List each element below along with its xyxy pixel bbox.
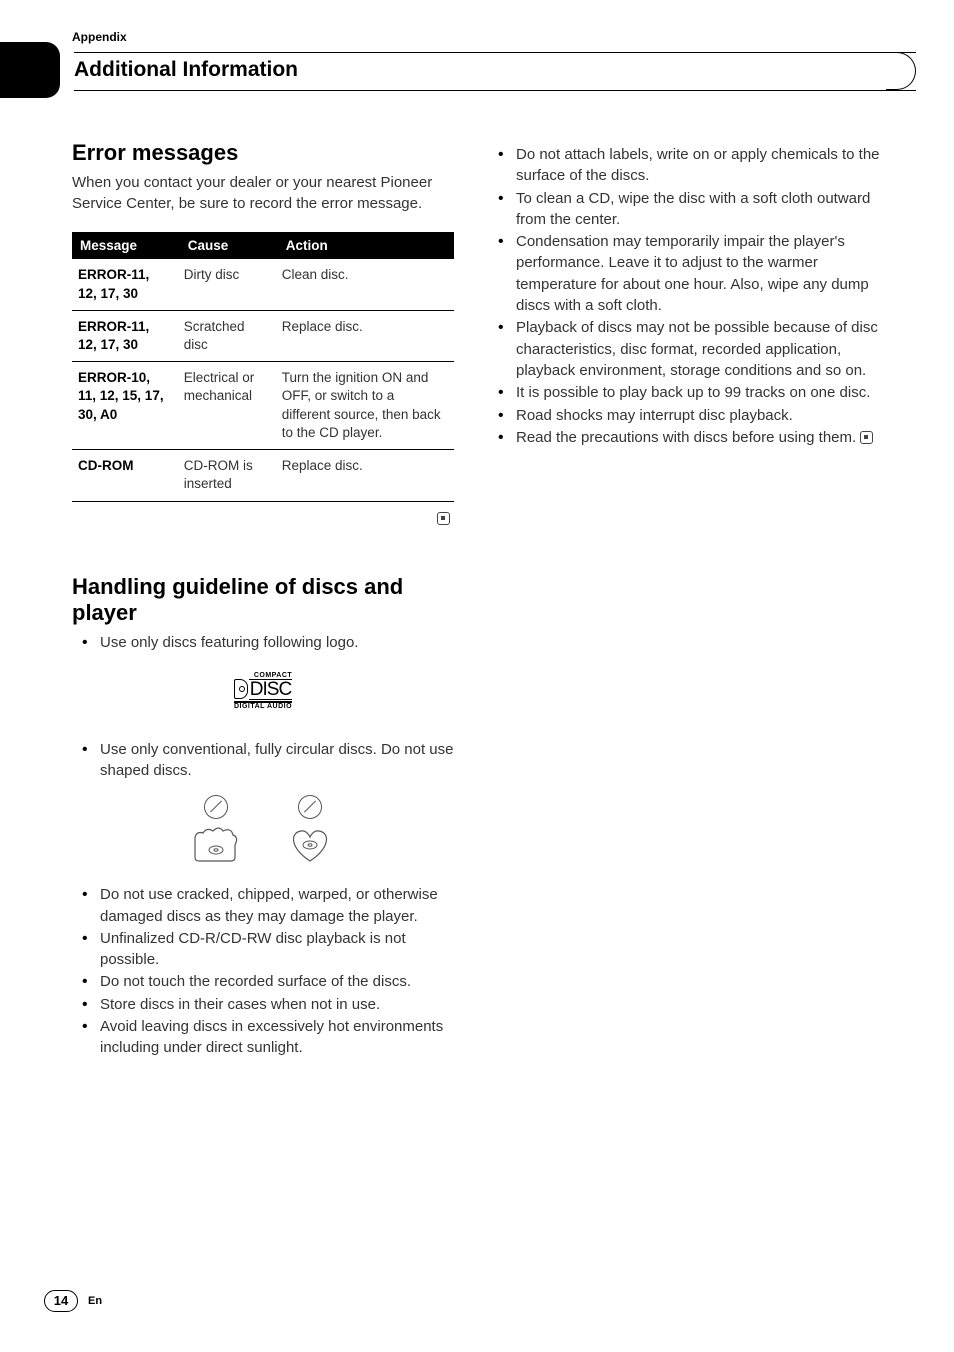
table-row: ERROR-11, 12, 17, 30 Scratched disc Repl… (72, 310, 454, 361)
cell-cause: Dirty disc (180, 259, 278, 310)
compact-disc-logo: COMPACT DISC DIGITAL AUDIO (72, 672, 454, 713)
list-item-text: Read the precautions with discs before u… (516, 429, 856, 446)
appendix-label: Appendix (72, 30, 127, 44)
cell-message: ERROR-11, 12, 17, 30 (72, 310, 180, 361)
th-cause: Cause (180, 232, 278, 259)
disc-icon (234, 679, 248, 699)
prohibit-icon (298, 795, 322, 819)
square-disc-icon (189, 823, 243, 863)
list-item: Use only conventional, fully circular di… (72, 739, 454, 782)
prohibit-icon (204, 795, 228, 819)
list-item: Read the precautions with discs before u… (488, 427, 888, 448)
section-title-bar: Additional Information (74, 58, 916, 90)
cell-action: Turn the ignition ON and OFF, or switch … (278, 362, 454, 450)
list-item: Avoid leaving discs in excessively hot e… (72, 1016, 454, 1059)
language-label: En (88, 1295, 102, 1307)
table-row: CD-ROM CD-ROM is inserted Replace disc. (72, 450, 454, 501)
cell-message: ERROR-10, 11, 12, 15, 17, 30, A0 (72, 362, 180, 450)
cell-action: Replace disc. (278, 450, 454, 501)
th-action: Action (278, 232, 454, 259)
error-intro: When you contact your dealer or your nea… (72, 172, 454, 214)
logo-compact-text: COMPACT (234, 672, 292, 679)
logo-digital-audio-text: DIGITAL AUDIO (234, 701, 292, 710)
bullet-list: Use only discs featuring following logo. (72, 632, 454, 653)
table-row: ERROR-10, 11, 12, 15, 17, 30, A0 Electri… (72, 362, 454, 450)
bullet-list: Do not attach labels, write on or apply … (488, 144, 888, 448)
list-item: Do not touch the recorded surface of the… (72, 971, 454, 992)
list-item: Store discs in their cases when not in u… (72, 994, 454, 1015)
page-footer: 14 En (44, 1290, 102, 1312)
page-number: 14 (44, 1290, 78, 1312)
list-item: Use only discs featuring following logo. (72, 632, 454, 653)
heading-handling: Handling guideline of discs and player (72, 574, 454, 627)
side-black-tab (0, 42, 60, 98)
right-column: Do not attach labels, write on or apply … (488, 130, 888, 1060)
list-item: Do not attach labels, write on or apply … (488, 144, 888, 187)
shaped-disc-diagram (72, 795, 454, 868)
left-column: Error messages When you contact your dea… (72, 130, 454, 1060)
list-item: Playback of discs may not be possible be… (488, 317, 888, 381)
section-end-icon (437, 512, 450, 525)
cell-message: ERROR-11, 12, 17, 30 (72, 259, 180, 310)
section-end-icon (860, 431, 873, 444)
list-item: Condensation may temporarily impair the … (488, 231, 888, 316)
table-row: ERROR-11, 12, 17, 30 Dirty disc Clean di… (72, 259, 454, 310)
cell-cause: Scratched disc (180, 310, 278, 361)
cell-action: Clean disc. (278, 259, 454, 310)
cell-message: CD-ROM (72, 450, 180, 501)
error-table: Message Cause Action ERROR-11, 12, 17, 3… (72, 232, 454, 501)
list-item: Road shocks may interrupt disc playback. (488, 405, 888, 426)
heading-error-messages: Error messages (72, 140, 454, 166)
list-item: To clean a CD, wipe the disc with a soft… (488, 188, 888, 231)
cell-cause: CD-ROM is inserted (180, 450, 278, 501)
bullet-list: Do not use cracked, chipped, warped, or … (72, 884, 454, 1058)
list-item: Do not use cracked, chipped, warped, or … (72, 884, 454, 927)
list-item: It is possible to play back up to 99 tra… (488, 382, 888, 403)
heart-disc-icon (283, 823, 337, 863)
cell-action: Replace disc. (278, 310, 454, 361)
list-item: Unfinalized CD-R/CD-RW disc playback is … (72, 928, 454, 971)
bullet-list: Use only conventional, fully circular di… (72, 739, 454, 782)
section-title: Additional Information (74, 58, 324, 82)
th-message: Message (72, 232, 180, 259)
cell-cause: Electrical or mechanical (180, 362, 278, 450)
logo-disc-text: DISC (249, 679, 292, 700)
